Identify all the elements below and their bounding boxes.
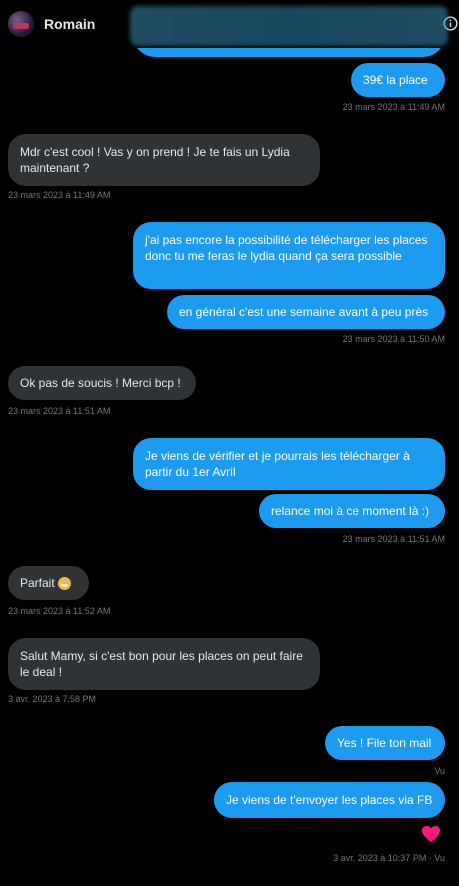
message-text: en général c'est une semaine avant à peu… [179,305,429,319]
message-text: Parfait [20,576,55,590]
message-timestamp: 23 mars 2023 à 11:49 AM [8,190,111,200]
avatar[interactable] [8,11,34,37]
message-timestamp: 3 avr. 2023 à 7:58 PM [8,694,97,704]
message-text: Yes ! File ton mail [337,736,432,750]
message-sent[interactable]: relance moi à ce moment là :) [259,494,445,528]
grinning-face-emoji-icon [57,576,71,590]
message-received[interactable]: Salut Mamy, si c'est bon pour les places… [8,638,320,690]
message-text: Mdr c'est cool ! Vas y on prend ! Je te … [20,145,290,175]
message-sent[interactable]: Je viens de vérifier et je pourrais les … [133,438,445,490]
message-sent[interactable]: j'ai pas encore la possibilité de téléch… [133,222,445,289]
message-received[interactable]: Parfait [8,566,89,600]
message-text: Salut Mamy, si c'est bon pour les places… [20,649,303,679]
message-received[interactable]: Ok pas de soucis ! Merci bcp ! [8,366,196,400]
message-timestamp: 23 mars 2023 à 11:50 AM [342,334,445,344]
message-timestamp: 23 mars 2023 à 11:51 AM [8,406,111,416]
message-sent[interactable]: Yes ! File ton mail [325,726,445,760]
message-timestamp: 23 mars 2023 à 11:52 AM [8,606,111,616]
message-sent[interactable]: 39€ la place [351,63,445,97]
message-sent[interactable]: Je viens de t'envoyer les places via FB [214,782,445,818]
message-timestamp: 3 avr. 2023 à 10:37 PM · Vu [333,853,445,863]
message-text: Je viens de t'envoyer les places via FB [226,793,433,807]
heart-icon[interactable] [421,825,441,843]
message-timestamp: 23 mars 2023 à 11:49 AM [342,102,445,112]
redaction-blur [130,6,448,46]
message-timestamp: 23 mars 2023 à 11:51 AM [342,534,445,544]
message-text: relance moi à ce moment là :) [271,504,430,518]
message-text: 39€ la place [363,73,428,87]
contact-name[interactable]: Romain [44,16,95,32]
message-text: Je viens de vérifier et je pourrais les … [145,449,410,479]
message-sent[interactable]: en général c'est une semaine avant à peu… [167,295,445,329]
message-read-status: Vu [434,766,445,776]
message-text: j'ai pas encore la possibilité de téléch… [145,233,428,263]
message-received[interactable]: Mdr c'est cool ! Vas y on prend ! Je te … [8,134,320,186]
message-text: Ok pas de soucis ! Merci bcp ! [20,376,181,390]
